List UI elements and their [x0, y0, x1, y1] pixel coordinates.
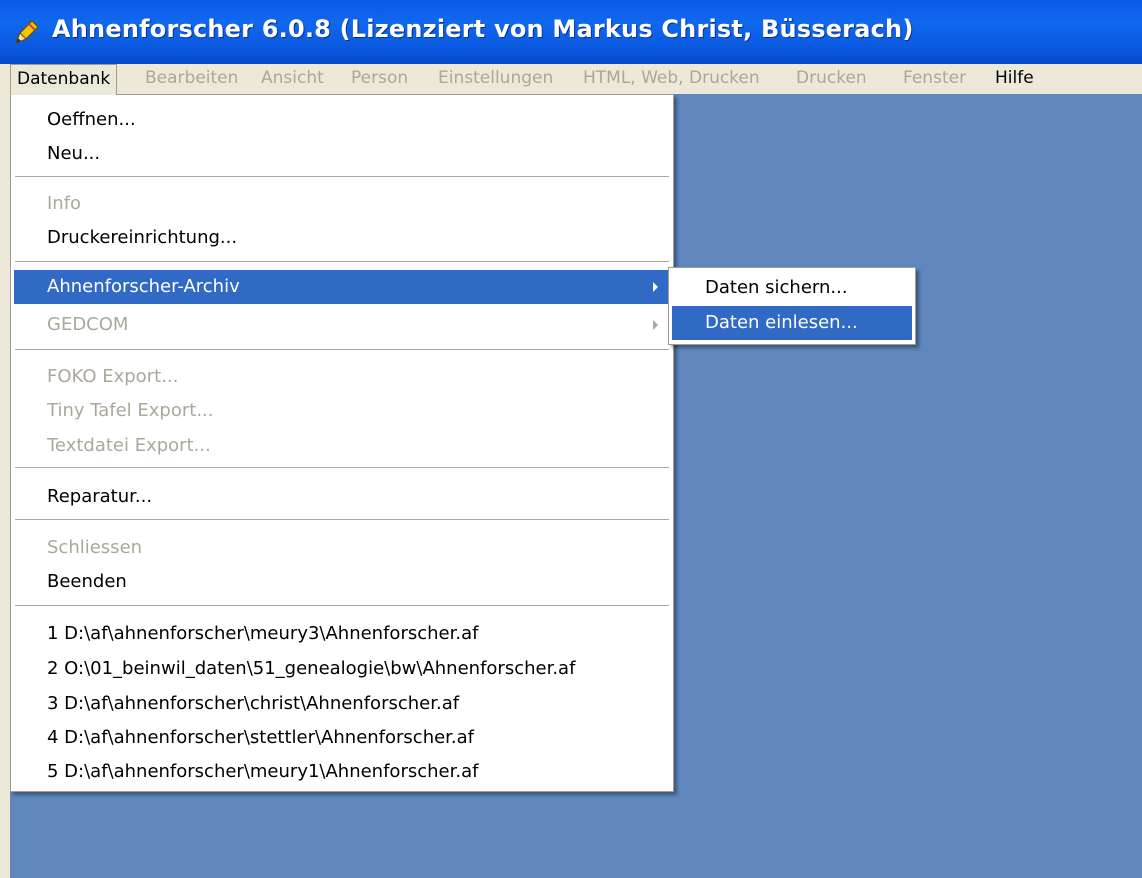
- client-frame: [0, 94, 10, 878]
- window-title: Ahnenforscher 6.0.8 (Lizenziert von Mark…: [52, 15, 914, 43]
- recent-file-2[interactable]: 2 O:\01_beinwil_daten\51_genealogie\bw\A…: [14, 652, 670, 686]
- recent-file-1[interactable]: 1 D:\af\ahnenforscher\meury3\Ahnenforsch…: [14, 617, 670, 651]
- menu-bearbeiten[interactable]: Bearbeiten: [139, 64, 244, 94]
- menu-separator: [15, 467, 669, 468]
- menu-hilfe[interactable]: Hilfe: [989, 64, 1040, 94]
- menu-item-oeffnen[interactable]: Oeffnen...: [14, 103, 670, 137]
- menu-item-info[interactable]: Info: [14, 187, 670, 221]
- menu-item-tiny-tafel-export[interactable]: Tiny Tafel Export...: [14, 394, 670, 428]
- menu-item-foko-export[interactable]: FOKO Export...: [14, 360, 670, 394]
- menu-separator: [15, 261, 669, 262]
- menu-ansicht[interactable]: Ansicht: [255, 64, 330, 94]
- menu-item-gedcom-label: GEDCOM: [47, 314, 129, 335]
- menu-drucken[interactable]: Drucken: [790, 64, 873, 94]
- pencil-app-icon: [14, 20, 39, 45]
- title-bar[interactable]: Ahnenforscher 6.0.8 (Lizenziert von Mark…: [0, 0, 1142, 64]
- menu-datenbank[interactable]: Datenbank: [10, 64, 118, 95]
- menu-item-ahnenforscher-archiv-label: Ahnenforscher-Archiv: [47, 276, 240, 297]
- menu-separator: [15, 519, 669, 520]
- ahnenforscher-archiv-submenu: Daten sichern... Daten einlesen...: [668, 267, 916, 345]
- submenu-arrow-icon: [653, 282, 658, 292]
- recent-file-4[interactable]: 4 D:\af\ahnenforscher\stettler\Ahnenfors…: [14, 721, 670, 755]
- submenu-item-daten-einlesen[interactable]: Daten einlesen...: [672, 306, 912, 340]
- submenu-item-daten-sichern[interactable]: Daten sichern...: [672, 271, 912, 305]
- menu-item-schliessen[interactable]: Schliessen: [14, 531, 670, 565]
- menu-separator: [15, 176, 669, 177]
- submenu-arrow-icon: [653, 320, 658, 330]
- menu-html-web-drucken[interactable]: HTML, Web, Drucken: [577, 64, 766, 94]
- recent-file-5[interactable]: 5 D:\af\ahnenforscher\meury1\Ahnenforsch…: [14, 755, 670, 789]
- menu-item-beenden[interactable]: Beenden: [14, 565, 670, 599]
- menu-bar: Datenbank Bearbeiten Ansicht Person Eins…: [0, 64, 1142, 95]
- menu-item-druckereinrichtung[interactable]: Druckereinrichtung...: [14, 221, 670, 255]
- menu-item-reparatur[interactable]: Reparatur...: [14, 480, 670, 514]
- recent-file-3[interactable]: 3 D:\af\ahnenforscher\christ\Ahnenforsch…: [14, 687, 670, 721]
- menu-separator: [15, 349, 669, 350]
- menu-item-textdatei-export[interactable]: Textdatei Export...: [14, 429, 670, 463]
- menu-fenster[interactable]: Fenster: [897, 64, 972, 94]
- menu-person[interactable]: Person: [345, 64, 414, 94]
- menu-item-ahnenforscher-archiv[interactable]: Ahnenforscher-Archiv: [14, 270, 670, 304]
- menu-item-neu[interactable]: Neu...: [14, 137, 670, 171]
- menu-separator: [15, 605, 669, 606]
- menu-einstellungen[interactable]: Einstellungen: [432, 64, 559, 94]
- menu-item-gedcom[interactable]: GEDCOM: [14, 308, 670, 342]
- datenbank-dropdown-menu: Oeffnen... Neu... Info Druckereinrichtun…: [10, 94, 674, 792]
